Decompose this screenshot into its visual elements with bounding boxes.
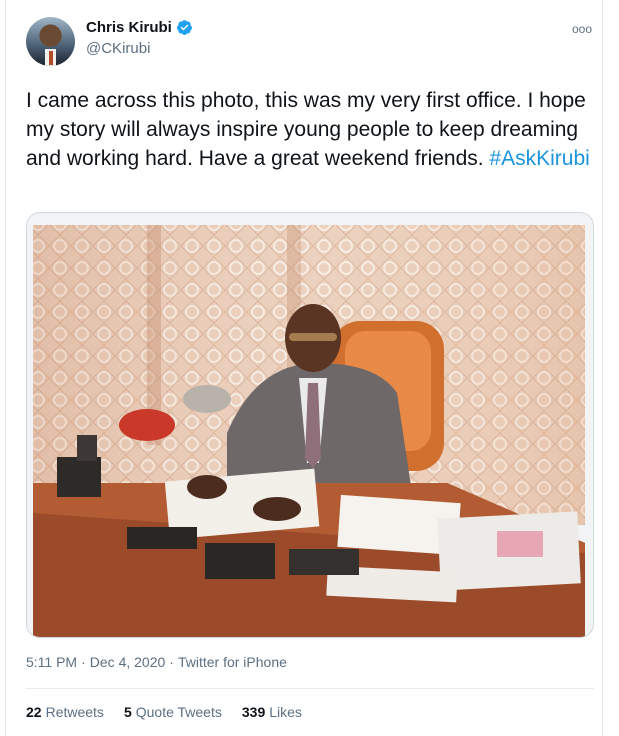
- author-avatar[interactable]: [26, 17, 75, 66]
- author-handle[interactable]: @CKirubi: [86, 40, 150, 57]
- quote-tweets-stat[interactable]: 5 Quote Tweets: [124, 704, 222, 720]
- likes-label: Likes: [269, 704, 302, 720]
- author-name[interactable]: Chris Kirubi: [86, 19, 172, 36]
- meta-separator: ·: [169, 654, 174, 670]
- office-photo-illustration: [27, 213, 593, 637]
- retweets-stat[interactable]: 22 Retweets: [26, 704, 104, 720]
- verified-badge-icon: [176, 19, 193, 36]
- avatar-tie: [49, 51, 53, 65]
- quote-tweets-count: 5: [123, 704, 132, 720]
- likes-count: 339: [241, 704, 266, 720]
- tweet-time[interactable]: 5:11 PM: [26, 654, 77, 670]
- tweet-photo[interactable]: [26, 212, 594, 638]
- likes-stat[interactable]: 339 Likes: [242, 704, 302, 720]
- retweets-label: Retweets: [45, 704, 104, 720]
- tweet-card: Chris Kirubi @CKirubi ooo I came across …: [5, 0, 603, 736]
- author-name-row[interactable]: Chris Kirubi: [86, 19, 193, 36]
- quote-tweets-label: Quote Tweets: [135, 704, 222, 720]
- tweet-date[interactable]: Dec 4, 2020: [90, 654, 166, 670]
- tweet-stats: 22 Retweets 5 Quote Tweets 339 Likes: [26, 704, 302, 720]
- tweet-meta: 5:11 PM · Dec 4, 2020 · Twitter for iPho…: [26, 654, 287, 670]
- more-options-icon[interactable]: ooo: [572, 22, 592, 36]
- retweets-count: 22: [26, 704, 42, 720]
- hashtag-link[interactable]: #AskKirubi: [489, 147, 589, 170]
- meta-separator: ·: [81, 654, 86, 670]
- tweet-source[interactable]: Twitter for iPhone: [178, 654, 287, 670]
- tweet-text: I came across this photo, this was my ve…: [26, 86, 601, 173]
- divider: [26, 688, 594, 689]
